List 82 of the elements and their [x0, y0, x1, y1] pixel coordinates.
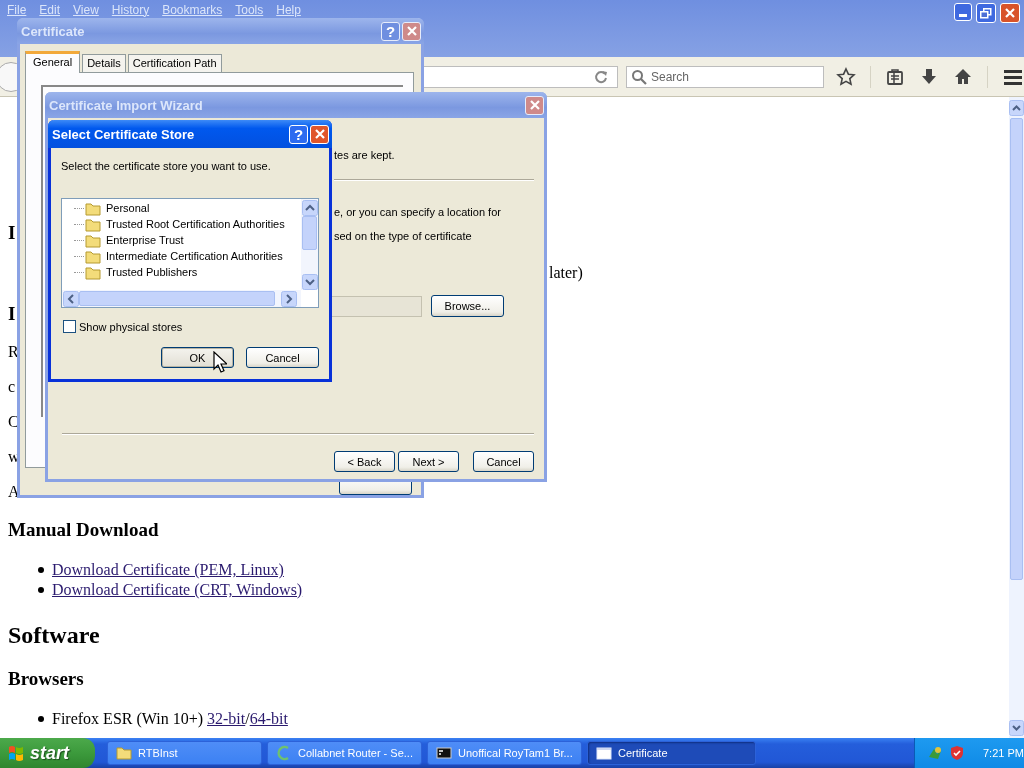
link[interactable]: Download Certificate (PEM, Linux)	[52, 561, 284, 579]
window-title: Certificate Import Wizard	[49, 97, 203, 113]
tree-item[interactable]: Intermediate Certification Authorities	[106, 249, 283, 263]
tab[interactable]: Details	[82, 54, 126, 72]
scroll-down-icon[interactable]	[1009, 720, 1024, 736]
home-icon[interactable]	[953, 66, 973, 87]
scroll-thumb[interactable]	[79, 291, 275, 306]
page-text: later)	[549, 264, 583, 282]
window-icon	[596, 745, 612, 761]
tree-item[interactable]: Trusted Root Certification Authorities	[106, 217, 285, 231]
heading: I	[8, 302, 16, 325]
folder-icon	[85, 264, 101, 280]
heading: I	[8, 221, 16, 244]
description-text: tes are kept.	[334, 148, 395, 163]
taskbar-button[interactable]: Certificate	[587, 741, 756, 765]
minimize-button[interactable]	[954, 3, 972, 21]
ok-button[interactable]: OK	[161, 347, 234, 368]
flag-icon	[7, 744, 25, 762]
folder-icon	[85, 216, 101, 232]
close-icon	[406, 26, 417, 36]
library-icon[interactable]	[885, 66, 905, 87]
back-button[interactable]: < Back	[334, 451, 395, 472]
scrollbar[interactable]	[301, 199, 318, 290]
heading: Software	[8, 621, 100, 649]
checkbox[interactable]	[63, 320, 76, 333]
description-text: sed on the type of certificate	[334, 229, 473, 244]
page-text: c	[8, 377, 16, 396]
scroll-right-icon	[281, 290, 297, 307]
star-icon[interactable]	[836, 66, 856, 87]
cancel-button[interactable]: Cancel	[246, 347, 319, 368]
scroll-up-icon[interactable]	[1009, 100, 1024, 116]
scroll-up-icon	[301, 200, 318, 216]
bullet-icon	[38, 567, 44, 573]
link[interactable]: 32-bit	[207, 710, 246, 727]
tab[interactable]: Certification Path	[127, 54, 222, 72]
list-item: Firefox ESR (Win 10+) 32-bit/64-bit	[52, 710, 288, 728]
scrollbar[interactable]	[1009, 97, 1024, 738]
restore-icon	[980, 7, 992, 19]
start-button[interactable]: start	[0, 738, 95, 768]
cursor-icon	[213, 351, 227, 373]
console-icon	[436, 745, 452, 761]
folder-icon	[116, 745, 132, 761]
bullet-icon	[38, 716, 44, 722]
folder-icon	[85, 200, 101, 216]
checkbox-label: Show physical stores	[79, 320, 183, 333]
link[interactable]: Download Certificate (CRT, Windows)	[52, 581, 303, 599]
scrollbar[interactable]	[62, 290, 301, 307]
minimize-icon	[959, 14, 967, 17]
browse-button[interactable]: Browse...	[431, 295, 504, 317]
tree-item[interactable]: Enterprise Trust	[106, 233, 184, 247]
file-name-field[interactable]	[331, 295, 422, 317]
link[interactable]: 64-bit	[249, 710, 288, 727]
scroll-down-icon	[301, 274, 318, 290]
folder-icon	[85, 232, 101, 248]
close-icon	[529, 100, 540, 110]
bullet-icon	[38, 587, 44, 593]
tab[interactable]: General	[25, 51, 81, 73]
close-icon	[1005, 8, 1015, 18]
scroll-left-icon	[63, 290, 79, 307]
next-button[interactable]: Next >	[398, 451, 459, 472]
window-title: Select Certificate Store	[52, 126, 195, 142]
help-button[interactable]: ?	[289, 124, 308, 144]
taskbar-button[interactable]: Collabnet Router - Se...	[267, 741, 422, 765]
scroll-thumb[interactable]	[1010, 118, 1023, 580]
tree-item[interactable]: Trusted Publishers	[106, 265, 198, 279]
heading: Browsers	[8, 667, 84, 690]
heading: Manual Download	[8, 518, 159, 541]
scroll-thumb[interactable]	[302, 216, 317, 250]
shield-icon[interactable]	[949, 745, 965, 761]
search-icon	[631, 68, 647, 85]
clock: 7:21 PM	[983, 747, 1024, 759]
close-icon	[314, 129, 325, 139]
window-title: Certificate	[21, 23, 85, 39]
cancel-button[interactable]: Cancel	[473, 451, 534, 472]
page-text: R	[8, 342, 19, 361]
tree-item[interactable]: Personal	[106, 201, 150, 215]
maximize-button[interactable]	[976, 3, 996, 23]
folder-icon	[85, 248, 101, 264]
reload-icon	[593, 68, 609, 85]
search-field[interactable]: Search	[626, 65, 824, 88]
description-text: e, or you can specify a location for	[334, 205, 502, 220]
prompt-text: Select the certificate store you want to use.	[61, 159, 272, 173]
